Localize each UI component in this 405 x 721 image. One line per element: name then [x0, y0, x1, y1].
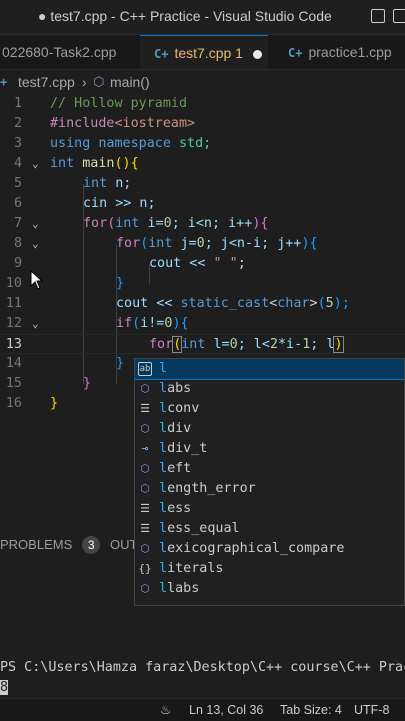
- struct-icon: ☰: [140, 522, 150, 535]
- editor-tab-bar: 022680-Task2.cpp C+ test7.cpp 1 C+ practic…: [0, 35, 405, 70]
- code-line: 7 ⌄ for(int i=0; i<n; i++){: [0, 214, 405, 234]
- code-line: 3 using namespace std;: [13, 136, 212, 151]
- fold-chevron-icon[interactable]: ⌄: [32, 154, 42, 174]
- terminal-line: 8: [0, 680, 9, 695]
- title-bar: ● test7.cpp - C++ Practice - Visual Stud…: [0, 0, 405, 35]
- tab-label: 022680-Task2.cpp: [2, 44, 117, 60]
- code-line: 10}: [5, 276, 125, 291]
- window-title: ● test7.cpp - C++ Practice - Visual Stud…: [38, 8, 332, 24]
- mouse-pointer-icon: [30, 270, 44, 290]
- suggestion-item[interactable]: ☰ lconv: [135, 399, 404, 419]
- suggestion-item[interactable]: ⬡ llabs: [135, 579, 404, 599]
- interface-icon: ⊸: [141, 442, 149, 455]
- suggestion-item[interactable]: ⬡ labs: [135, 379, 404, 399]
- breadcrumb-separator: ›: [82, 74, 87, 90]
- cpp-file-icon: C+: [154, 47, 169, 61]
- breadcrumb-symbol[interactable]: main(): [110, 70, 150, 94]
- code-line: 1// Hollow pyramid: [13, 96, 188, 111]
- toggle-sidebar-icon[interactable]: [371, 9, 385, 23]
- code-line: 4 ⌄ int main(){: [0, 154, 405, 174]
- unsaved-dot-icon[interactable]: [252, 49, 262, 59]
- cube-icon: ⬡: [140, 582, 150, 595]
- panel-tabs: PROBLEMS 3 OUT: [0, 530, 137, 560]
- fold-chevron-icon[interactable]: ⌄: [32, 234, 42, 254]
- breadcrumb-file[interactable]: test7.cpp: [18, 70, 75, 94]
- cube-icon: ⬡: [140, 422, 150, 435]
- struct-icon: ☰: [140, 402, 150, 415]
- code-line: 11 cout << static_cast<char>(5);: [5, 296, 350, 311]
- tab-problems[interactable]: PROBLEMS 3: [0, 530, 101, 560]
- terminal-panel[interactable]: PS C:\Users\Hamza faraz\Desktop\C++ cour…: [0, 658, 405, 698]
- struct-icon: ☰: [140, 502, 150, 515]
- code-line: 8 ⌄ for(int j=0; j<n-i; j++){: [0, 234, 405, 254]
- suggestion-widget[interactable]: ab l ⬡ labs ☰ lconv ⬡ ldiv ⊸ ldiv_t ⬡ left ⬡ le…: [134, 358, 405, 606]
- suggestion-item[interactable]: ⬡ length_error: [135, 479, 404, 499]
- cpp-file-icon: C+: [288, 46, 303, 60]
- breadcrumb: + test7.cpp › ⬡ main(): [0, 70, 405, 94]
- toggle-panel-icon[interactable]: [393, 9, 405, 23]
- tab-label: test7.cpp 1: [174, 45, 243, 61]
- encoding[interactable]: UTF-8: [354, 699, 389, 721]
- tab-test7[interactable]: C+ test7.cpp 1: [140, 35, 268, 69]
- tab-size[interactable]: Tab Size: 4: [280, 699, 342, 721]
- cube-icon: ⬡: [140, 462, 150, 475]
- status-bar: ♨ Ln 13, Col 36 Tab Size: 4 UTF-8: [0, 698, 405, 721]
- keyword-icon: ab: [138, 362, 152, 376]
- suggestion-item[interactable]: ⬡ lexicographical_compare: [135, 539, 404, 559]
- suggestion-item[interactable]: ⬡ left: [135, 459, 404, 479]
- code-line: 6 cin >> n;: [13, 196, 156, 211]
- code-line: 12 ⌄ if(i!=0){: [0, 314, 405, 334]
- cpp-file-icon: +: [0, 75, 8, 89]
- code-line: 5 int n;: [13, 176, 132, 191]
- code-line: 9 cout << " ";: [13, 256, 246, 271]
- suggestion-item[interactable]: ☰ less: [135, 499, 404, 519]
- flame-icon[interactable]: ♨: [160, 699, 171, 721]
- suggestion-item[interactable]: ☰ less_equal: [135, 519, 404, 539]
- suggestion-item[interactable]: {} literals: [135, 559, 404, 579]
- namespace-icon: {}: [138, 562, 152, 575]
- suggestion-item[interactable]: ab l: [135, 359, 404, 380]
- cursor-position[interactable]: Ln 13, Col 36: [189, 699, 263, 721]
- tab-label: practice1.cpp: [308, 44, 392, 60]
- tab-022680-task2[interactable]: 022680-Task2.cpp: [0, 35, 140, 69]
- fold-chevron-icon[interactable]: ⌄: [32, 214, 42, 234]
- suggestion-item[interactable]: ⊸ ldiv_t: [135, 439, 404, 459]
- code-line-current: 13 for(int l=0; l<2*i-1; l): [0, 334, 405, 354]
- cube-icon: ⬡: [140, 382, 150, 395]
- fold-chevron-icon[interactable]: ⌄: [32, 314, 42, 334]
- tab-practice1[interactable]: C+ practice1.cpp: [272, 35, 405, 69]
- problems-count-badge: 3: [82, 536, 101, 554]
- cube-icon: ⬡: [140, 482, 150, 495]
- cube-icon: ⬡: [93, 74, 105, 89]
- code-line: 2 #include<iostream>: [13, 116, 196, 131]
- cube-icon: ⬡: [140, 542, 150, 555]
- suggestion-item[interactable]: ⬡ ldiv: [135, 419, 404, 439]
- terminal-line: PS C:\Users\Hamza faraz\Desktop\C++ cour…: [0, 660, 405, 675]
